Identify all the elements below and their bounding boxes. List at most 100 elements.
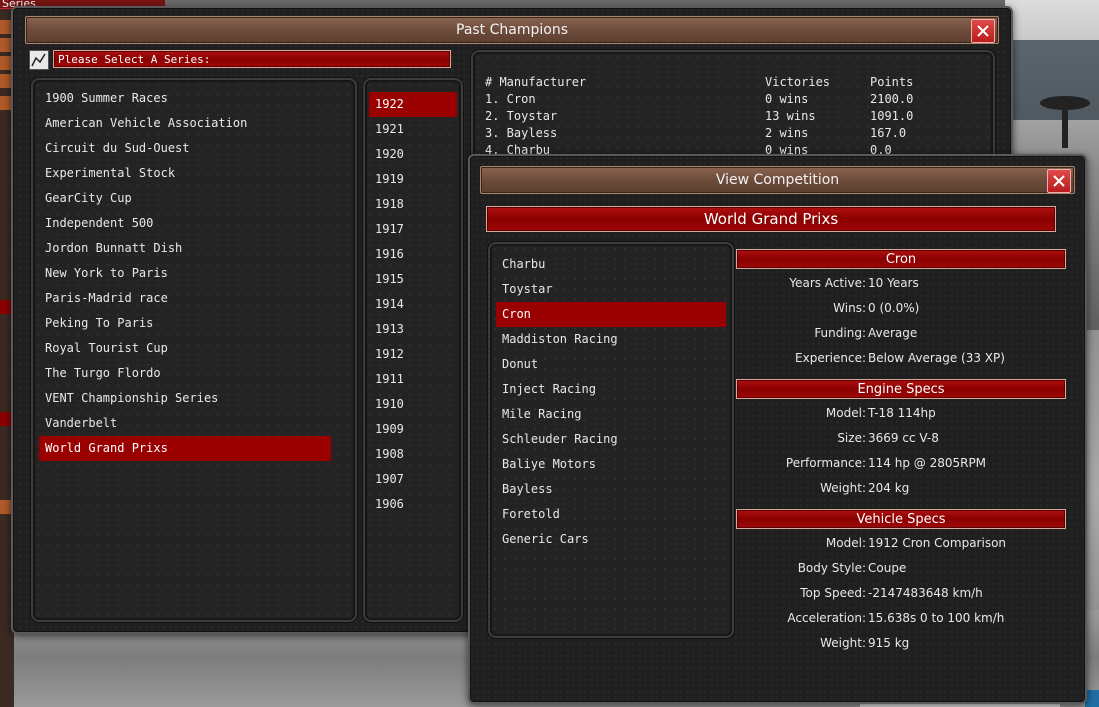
standings-table: # Manufacturer Victories Points 1. Cron 0… xyxy=(485,74,985,159)
standings-manufacturer: 2. Toystar xyxy=(485,109,558,123)
year-list-item[interactable]: 1913 xyxy=(369,317,457,342)
view-competition-titlebar[interactable]: View Competition xyxy=(480,166,1075,194)
standings-manufacturer: 3. Bayless xyxy=(485,126,558,140)
series-list-item[interactable]: VENT Championship Series xyxy=(39,386,331,411)
series-list-item[interactable]: Vanderbelt xyxy=(39,411,331,436)
vehicle-field-value: -2147483648 km/h xyxy=(868,586,983,600)
series-list-item[interactable]: Experimental Stock xyxy=(39,161,331,186)
standings-header-manufacturer: # Manufacturer xyxy=(485,75,587,89)
year-list-item[interactable]: 1910 xyxy=(369,392,457,417)
year-list-item[interactable]: 1908 xyxy=(369,442,457,467)
year-list-item[interactable]: 1920 xyxy=(369,142,457,167)
competition-series-header: World Grand Prixs xyxy=(486,206,1056,232)
vehicle-field-label: Top Speed: xyxy=(800,586,866,600)
view-competition-close-button[interactable] xyxy=(1047,169,1071,193)
company-field-value: Average xyxy=(868,326,918,340)
engine-field-label: Size: xyxy=(837,431,866,445)
past-champions-close-button[interactable] xyxy=(971,19,995,43)
series-list-item[interactable]: World Grand Prixs xyxy=(39,436,331,461)
series-list-item[interactable]: Royal Tourist Cup xyxy=(39,336,331,361)
standings-victories: 2 wins xyxy=(765,126,809,140)
vehicle-specs-header: Vehicle Specs xyxy=(736,509,1066,529)
competitor-list-item[interactable]: Baliye Motors xyxy=(496,452,726,477)
competitor-list-item[interactable]: Cron xyxy=(496,302,726,327)
competitor-list-item[interactable]: Inject Racing xyxy=(496,377,726,402)
company-field-value: Below Average (33 XP) xyxy=(868,351,1005,365)
engine-field-value: 204 kg xyxy=(868,481,910,495)
year-list-item[interactable]: 1911 xyxy=(369,367,457,392)
engine-field-label: Weight: xyxy=(820,481,866,495)
competitor-list-item[interactable]: Generic Cars xyxy=(496,527,726,552)
engine-specs-header: Engine Specs xyxy=(736,379,1066,399)
competitor-list-item[interactable]: Maddiston Racing xyxy=(496,327,726,352)
series-list-item[interactable]: Circuit du Sud-Ouest xyxy=(39,136,331,161)
company-header-label: Cron xyxy=(885,251,917,267)
company-field-label: Funding: xyxy=(814,326,866,340)
view-competition-title: View Competition xyxy=(715,172,840,188)
standings-manufacturer: 1. Cron xyxy=(485,92,536,106)
company-header: Cron xyxy=(736,249,1066,269)
series-list-item[interactable]: GearCity Cup xyxy=(39,186,331,211)
series-select-dropdown[interactable]: Please Select A Series: xyxy=(53,50,451,68)
year-list-item[interactable]: 1916 xyxy=(369,242,457,267)
year-list-item[interactable]: 1906 xyxy=(369,492,457,517)
background-stool-leg xyxy=(1062,108,1068,148)
chart-icon-button[interactable] xyxy=(29,50,49,70)
past-champions-titlebar[interactable]: Past Champions xyxy=(25,16,999,44)
year-list-item[interactable]: 1915 xyxy=(369,267,457,292)
competitor-list-item[interactable]: Charbu xyxy=(496,252,726,277)
series-list-item[interactable]: The Turgo Flordo xyxy=(39,361,331,386)
series-list-item[interactable]: Peking To Paris xyxy=(39,311,331,336)
year-list-item[interactable]: 1912 xyxy=(369,342,457,367)
standings-victories: 13 wins xyxy=(765,109,816,123)
year-list-item[interactable]: 1922 xyxy=(369,92,457,117)
standings-header-row: # Manufacturer Victories Points xyxy=(485,74,985,91)
competitor-list-item[interactable]: Donut xyxy=(496,352,726,377)
competitor-list-item[interactable]: Toystar xyxy=(496,277,726,302)
company-field-label: Wins: xyxy=(833,301,866,315)
competitor-list-item[interactable]: Mile Racing xyxy=(496,402,726,427)
engine-field-label: Model: xyxy=(825,406,866,420)
standings-points: 167.0 xyxy=(870,126,907,140)
standings-header-victories: Victories xyxy=(765,75,831,89)
close-icon xyxy=(1053,175,1065,187)
series-list-item[interactable]: Jordon Bunnatt Dish xyxy=(39,236,331,261)
competitor-list-item[interactable]: Bayless xyxy=(496,477,726,502)
year-list-item[interactable]: 1918 xyxy=(369,192,457,217)
standings-row: 1. Cron 0 wins 2100.0 xyxy=(485,91,985,108)
series-list-item[interactable]: Independent 500 xyxy=(39,211,331,236)
competitor-list-item[interactable]: Foretold xyxy=(496,502,726,527)
series-list-item[interactable]: New York to Paris xyxy=(39,261,331,286)
vehicle-field-label: Model: xyxy=(825,536,866,550)
year-list-item[interactable]: 1917 xyxy=(369,217,457,242)
series-list-item[interactable]: 1900 Summer Races xyxy=(39,86,331,111)
standings-points: 2100.0 xyxy=(870,92,914,106)
engine-field-value: 114 hp @ 2805RPM xyxy=(868,456,987,470)
standings-row: 3. Bayless 2 wins 167.0 xyxy=(485,125,985,142)
competitor-list: Charbu Toystar Cron Maddiston Racing Donut In… xyxy=(496,252,726,552)
year-list: 1922 1921 1920 1919 1918 1917 1916 1915 1914 1913… xyxy=(369,92,457,517)
series-list-panel: 1900 Summer Races American Vehicle Associ… xyxy=(31,78,357,622)
year-list-item[interactable]: 1909 xyxy=(369,417,457,442)
company-field-value: 0 (0.0%) xyxy=(868,301,920,315)
view-competition-window: View Competition World Grand Prixs Charb… xyxy=(468,154,1087,704)
background-floor-stripe xyxy=(1085,690,1099,707)
year-list-item[interactable]: 1921 xyxy=(369,117,457,142)
engine-field-value: 3669 cc V-8 xyxy=(868,431,939,445)
vehicle-field-value: Coupe xyxy=(868,561,907,575)
past-champions-title: Past Champions xyxy=(456,22,568,38)
year-list-panel: 1922 1921 1920 1919 1918 1917 1916 1915 1914 1913… xyxy=(363,78,463,622)
standings-points: 1091.0 xyxy=(870,109,914,123)
vehicle-field-value: 1912 Cron Comparison xyxy=(868,536,1007,550)
close-icon xyxy=(977,25,989,37)
year-list-item[interactable]: 1907 xyxy=(369,467,457,492)
competitor-list-panel: Charbu Toystar Cron Maddiston Racing Donut In… xyxy=(488,242,734,638)
year-list-item[interactable]: 1919 xyxy=(369,167,457,192)
year-list-item[interactable]: 1914 xyxy=(369,292,457,317)
competitor-list-item[interactable]: Schleuder Racing xyxy=(496,427,726,452)
series-list: 1900 Summer Races American Vehicle Associ… xyxy=(39,86,331,461)
series-list-item[interactable]: American Vehicle Association xyxy=(39,111,331,136)
company-field-value: 10 Years xyxy=(868,276,919,290)
series-list-item[interactable]: Paris-Madrid race xyxy=(39,286,331,311)
vehicle-field-value: 915 kg xyxy=(868,636,910,650)
